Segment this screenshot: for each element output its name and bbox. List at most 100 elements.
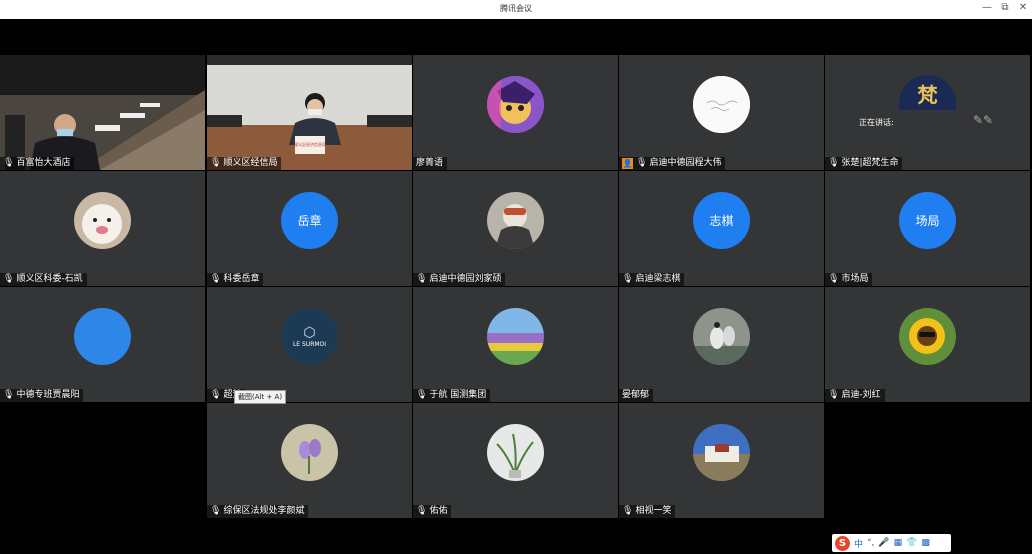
participant-name: 🎙 于航 国测集团 <box>413 389 491 402</box>
participant-name: 🎙 中德专班贾晨阳 <box>0 389 84 402</box>
participant-tile[interactable]: 廖菁语 <box>413 55 618 170</box>
sogou-logo-icon: S <box>835 535 850 551</box>
avatar <box>487 308 544 365</box>
mic-icon: 🎙 <box>210 158 222 168</box>
participant-tile[interactable]: 🎙 百富怡大酒店 <box>0 55 205 170</box>
mic-icon: 🎙 <box>828 274 840 284</box>
participant-tile[interactable]: 🎙 于航 国测集团 <box>413 287 618 402</box>
anime-avatar-image <box>487 76 544 133</box>
participant-name: 🎙 启迪中德园刘家硕 <box>413 273 506 286</box>
screenshot-tooltip: 截图(Alt + A) <box>234 390 287 404</box>
participant-name: 晏郁郁 <box>619 389 654 402</box>
calligraphy-icon: 梵 <box>917 83 938 107</box>
mic-icon: 🎙 <box>636 158 648 168</box>
window-titlebar: 腾讯会议 — ⧉ ✕ <box>0 0 1032 19</box>
dog-avatar-image <box>74 192 131 249</box>
participant-tile[interactable]: 🎙 中德专班贾晨阳 <box>0 287 205 402</box>
avatar: 志棋 <box>693 192 750 249</box>
mic-icon: 🎙 <box>622 274 634 284</box>
bird-avatar-image <box>693 308 750 365</box>
avatar <box>487 192 544 249</box>
participant-tile[interactable]: 🎙 相视一笑 <box>619 403 824 518</box>
close-button[interactable]: ✕ <box>1016 2 1030 13</box>
avatar: 场局 <box>899 192 956 249</box>
mic-icon: 🎙 <box>416 274 428 284</box>
name-placard: 顺义区经济信息局 <box>294 141 326 147</box>
mic-icon: 🎙 <box>828 390 840 400</box>
mic-icon: 🎙 <box>210 390 222 400</box>
toolbox-icon[interactable]: ▩ <box>921 538 930 548</box>
participant-tile[interactable]: 🎙 启迪中德园刘家硕 <box>413 171 618 286</box>
participant-tile[interactable]: 👤 🎙 启迪中德园程大伟 <box>619 55 824 170</box>
field-avatar-image <box>487 308 544 365</box>
avatar <box>899 308 956 365</box>
participant-name: 🎙 顺义区科委-石凯 <box>0 273 87 286</box>
mic-icon: 🎙 <box>3 274 15 284</box>
participant-tile[interactable]: ⬡ LE SURMOI 🎙 超梵 <box>207 287 412 402</box>
participant-tile[interactable]: 晏郁郁 <box>619 287 824 402</box>
participant-name: 🎙 张楚|超梵生命 <box>825 157 903 170</box>
participant-video <box>0 55 205 170</box>
skin-icon[interactable]: 👕 <box>906 538 917 548</box>
pencil-icon: ✎✎ <box>973 113 994 127</box>
mic-icon: 🎙 <box>828 158 840 168</box>
participant-name: 🎙 市场局 <box>825 273 873 286</box>
participant-name: 🎙 百富怡大酒店 <box>0 157 75 170</box>
mic-icon: 🎙 <box>3 390 15 400</box>
participant-tile[interactable]: 岳章 🎙 科委岳章 <box>207 171 412 286</box>
avatar <box>487 424 544 481</box>
participant-name: 🎙 启迪梁志棋 <box>619 273 685 286</box>
sunflower-avatar-image <box>899 308 956 365</box>
mic-icon: 🎙 <box>3 158 15 168</box>
avatar <box>693 76 750 133</box>
mic-icon: 🎙 <box>210 506 222 516</box>
host-icon: 👤 <box>622 158 633 169</box>
logo-text: LE SURMOI <box>292 341 327 348</box>
avatar <box>693 308 750 365</box>
participant-name: 🎙 相视一笑 <box>619 505 676 518</box>
avatar <box>74 308 131 365</box>
participant-tile[interactable]: 场局 🎙 市场局 <box>825 171 1030 286</box>
plant-avatar-image <box>487 424 544 481</box>
participant-name: 🎙 综保区法规处李颜斌 <box>207 505 309 518</box>
participant-video: 顺义区经济信息局 <box>207 55 412 170</box>
avatar <box>693 424 750 481</box>
keyboard-icon[interactable]: ▦ <box>894 538 903 548</box>
minimize-button[interactable]: — <box>980 2 994 13</box>
mic-icon: 🎙 <box>416 506 428 516</box>
speaking-indicator: 正在讲话: <box>859 118 894 127</box>
participant-tile[interactable]: 梵 正在讲话: ✎✎ 🎙 张楚|超梵生命 <box>825 55 1030 170</box>
participant-name: 🎙 科委岳章 <box>207 273 264 286</box>
participant-name: 廖菁语 <box>413 157 448 170</box>
avatar: 岳章 <box>281 192 338 249</box>
flower-avatar-image <box>281 424 338 481</box>
window-title: 腾讯会议 <box>500 4 532 13</box>
participant-tile[interactable]: 🎙 综保区法规处李颜斌 <box>207 403 412 518</box>
participant-tile[interactable]: 🎙 佑佑 <box>413 403 618 518</box>
microphone-icon[interactable]: 🎤 <box>878 538 889 548</box>
avatar <box>74 192 131 249</box>
hexagon-logo-icon: ⬡ <box>303 325 316 341</box>
avatar <box>487 76 544 133</box>
participant-name: 🎙 顺义区经信局 <box>207 157 282 170</box>
mic-icon: 🎙 <box>416 390 428 400</box>
participant-name: 🎙 佑佑 <box>413 505 452 518</box>
participant-tile[interactable]: 志棋 🎙 启迪梁志棋 <box>619 171 824 286</box>
participant-name: 🎙 启迪-刘红 <box>825 389 885 402</box>
ime-punctuation-toggle[interactable]: °, <box>867 538 874 548</box>
mic-icon: 🎙 <box>622 506 634 516</box>
mic-icon: 🎙 <box>210 274 222 284</box>
palace-avatar-image <box>693 424 750 481</box>
avatar <box>281 424 338 481</box>
avatar: 梵 <box>899 75 956 110</box>
photo-avatar-image <box>487 192 544 249</box>
ime-toolbar[interactable]: S 中 °, 🎤 ▦ 👕 ▩ <box>832 534 951 552</box>
participant-tile[interactable]: 顺义区经济信息局 🎙 顺义区经信局 <box>207 55 412 170</box>
participant-tile[interactable]: 🎙 顺义区科委-石凯 <box>0 171 205 286</box>
avatar: ⬡ LE SURMOI <box>281 308 338 365</box>
restore-button[interactable]: ⧉ <box>998 2 1012 13</box>
participant-tile[interactable]: 🎙 启迪-刘红 <box>825 287 1030 402</box>
participant-name: 👤 🎙 启迪中德园程大伟 <box>619 157 726 170</box>
ime-language-toggle[interactable]: 中 <box>854 537 863 550</box>
script-avatar-image <box>693 76 750 133</box>
